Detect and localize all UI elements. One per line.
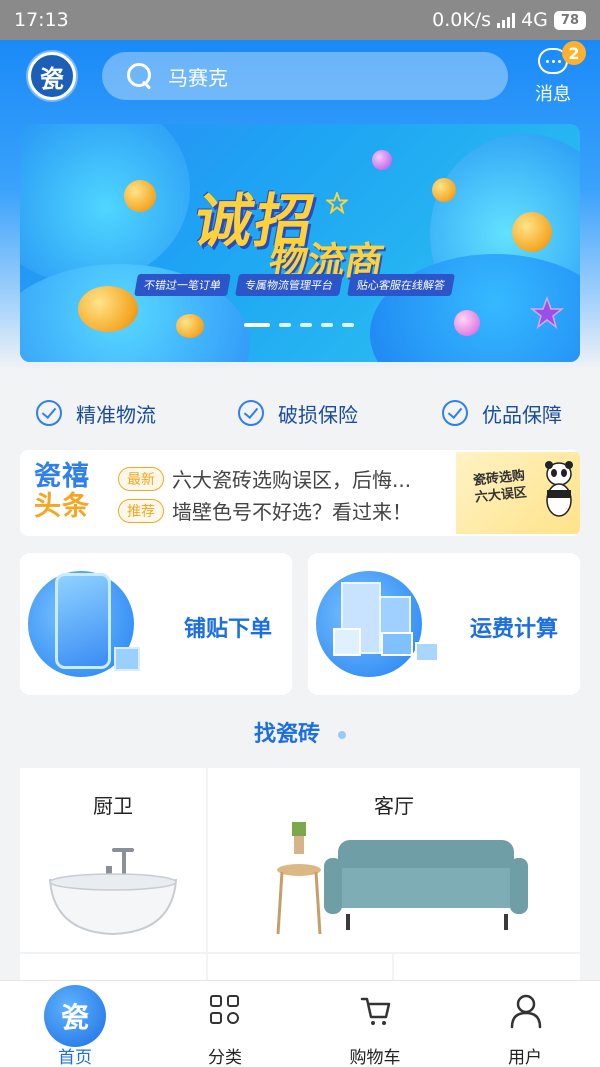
banner-decoration	[372, 150, 392, 170]
bottom-tab-bar: 瓷 首页 分类 购物车 用户	[0, 980, 600, 1067]
coin-icon	[124, 180, 156, 212]
carousel-dot[interactable]	[342, 323, 354, 327]
category-card-bathroom[interactable]: 厨卫	[20, 768, 206, 952]
category-card-living-room[interactable]: 客厅	[208, 768, 580, 952]
tab-home[interactable]: 瓷 首页	[0, 981, 150, 1067]
status-time: 17:13	[14, 9, 69, 31]
feature-item: 精准物流	[36, 399, 156, 428]
status-right: 0.0K/s 4G 78	[432, 9, 586, 31]
battery-icon: 78	[553, 10, 586, 30]
panda-icon	[545, 461, 573, 517]
tab-label: 用户	[508, 1048, 542, 1067]
carousel-dot[interactable]	[279, 323, 291, 327]
banner-tag: 专属物流管理平台	[235, 274, 343, 296]
headline-text: 六大瓷砖选购误区，后悔...	[172, 468, 412, 492]
headline-item[interactable]: 最新 六大瓷砖选购误区，后悔...	[118, 464, 411, 493]
messages-label: 消息	[535, 84, 571, 105]
app-logo[interactable]: 瓷	[28, 52, 76, 100]
service-label: 铺贴下单	[184, 617, 273, 642]
cart-icon	[360, 997, 391, 1025]
feature-list: 精准物流 破损保险 优品保障	[0, 390, 600, 436]
sofa-icon	[276, 822, 528, 935]
network-speed: 0.0K/s	[432, 9, 492, 31]
bathtub-icon	[48, 848, 178, 936]
feature-label: 破损保险	[278, 402, 358, 427]
feature-label: 优品保障	[482, 402, 562, 427]
message-count-badge: 2	[562, 41, 586, 65]
banner-tag: 贴心客服在线解答	[347, 274, 455, 296]
feature-item: 破损保险	[238, 399, 358, 428]
section-title-text: 找瓷砖	[253, 722, 320, 747]
headlines-logo-line2: 头条	[34, 491, 90, 522]
category-grid: 厨卫 客厅	[20, 768, 580, 984]
service-card-tile-order[interactable]: 铺贴下单	[20, 553, 292, 695]
banner-decoration	[20, 124, 190, 284]
feature-item: 优品保障	[442, 399, 562, 428]
star-icon	[530, 296, 564, 329]
check-circle-icon	[36, 400, 62, 426]
headline-thumbnail[interactable]: 瓷砖选购 六大误区	[456, 452, 580, 534]
tab-category[interactable]: 分类	[150, 981, 300, 1067]
headlines-card[interactable]: 瓷禧 头条 最新 六大瓷砖选购误区，后悔... 推荐 墙壁色号不好选？看过来！ …	[20, 450, 580, 536]
banner-tag: 不错过一笔订单	[134, 274, 231, 296]
carousel-dot[interactable]	[300, 323, 312, 327]
coin-icon	[512, 212, 552, 252]
category-name: 厨卫	[93, 794, 133, 818]
thumbnail-text: 瓷砖选购 六大误区	[472, 468, 528, 506]
section-title: 找瓷砖	[0, 716, 600, 748]
tab-user[interactable]: 用户	[450, 981, 600, 1067]
status-bar: 17:13 0.0K/s 4G 78	[0, 0, 600, 40]
headlines-logo: 瓷禧 头条	[34, 462, 124, 522]
check-circle-icon	[238, 400, 264, 426]
coin-icon	[432, 178, 456, 202]
category-name: 客厅	[374, 794, 414, 818]
network-type: 4G	[521, 9, 548, 31]
service-card-freight[interactable]: 运费计算	[308, 553, 580, 695]
home-icon: 瓷	[44, 985, 106, 1047]
carousel-dot[interactable]	[244, 323, 270, 327]
banner-tags: 不错过一笔订单 专属物流管理平台 贴心客服在线解答	[134, 274, 455, 296]
service-label: 运费计算	[470, 617, 559, 642]
feature-label: 精准物流	[76, 402, 156, 427]
headline-item[interactable]: 推荐 墙壁色号不好选？看过来！	[118, 496, 412, 525]
headline-text: 墙壁色号不好选？看过来！	[172, 500, 412, 524]
headline-tag: 推荐	[118, 498, 164, 523]
headlines-logo-line1: 瓷禧	[34, 461, 90, 492]
section-title-dot	[338, 731, 346, 739]
tab-label: 购物车	[349, 1048, 401, 1067]
carousel-dot[interactable]	[321, 323, 333, 327]
signal-icon	[497, 12, 516, 28]
search-bar[interactable]: 马赛克	[102, 52, 508, 100]
coin-icon	[176, 314, 204, 338]
tab-cart[interactable]: 购物车	[300, 981, 450, 1067]
headline-tag: 最新	[118, 466, 164, 491]
coin-icon	[78, 286, 138, 332]
category-icon	[210, 995, 242, 1027]
banner-decoration	[454, 310, 480, 336]
tab-label: 分类	[208, 1048, 242, 1067]
tab-label: 首页	[58, 1048, 92, 1067]
search-icon	[126, 62, 154, 90]
box-icon	[114, 647, 140, 671]
search-placeholder: 马赛克	[168, 65, 228, 90]
phone-icon	[55, 573, 111, 669]
star-icon	[326, 192, 348, 214]
warehouse-icon	[333, 582, 439, 662]
check-circle-icon	[442, 400, 468, 426]
carousel-indicator	[244, 323, 354, 327]
user-icon	[510, 994, 542, 1029]
promo-banner[interactable]: 诚招 物流商 不错过一笔订单 专属物流管理平台 贴心客服在线解答	[20, 124, 580, 362]
